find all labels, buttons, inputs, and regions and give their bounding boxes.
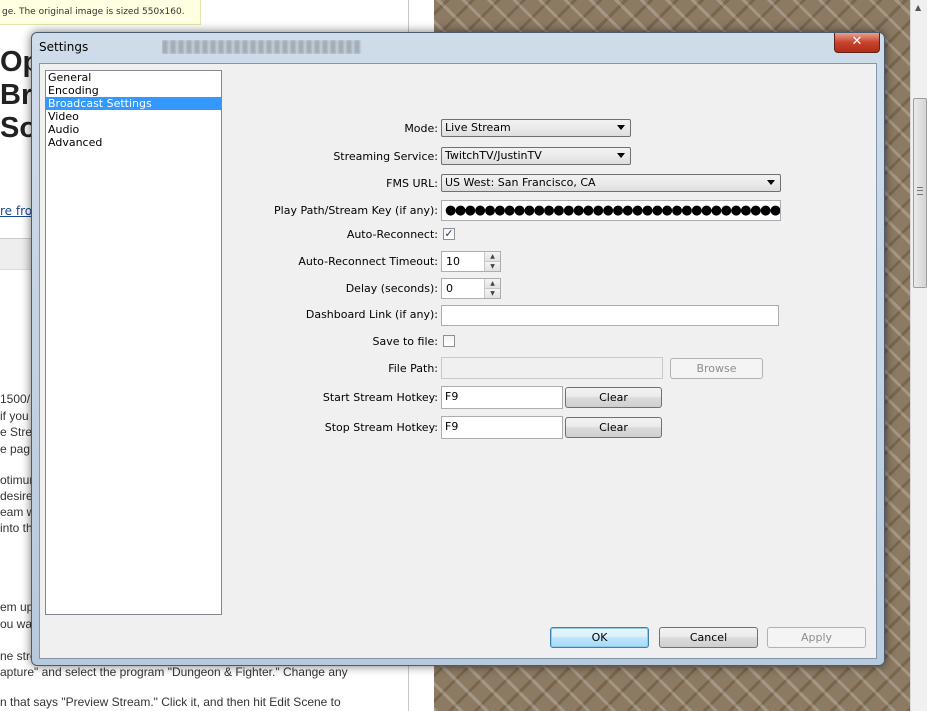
auto-reconnect-checkbox[interactable]: ✓ [443,228,455,240]
start-hotkey-label: Start Stream Hotkey: [322,391,438,404]
fms-url-select[interactable]: US West: San Francisco, CA [441,174,781,192]
text-line: otimur [0,473,34,487]
scroll-up-icon[interactable]: ▲ [915,3,921,12]
stop-hotkey-value: F9 [445,420,459,433]
clear-start-hotkey-button[interactable]: Clear [565,387,662,408]
stop-hotkey-label: Stop Stream Hotkey: [324,421,438,434]
delay-label: Delay (seconds): [345,282,438,295]
nav-item-broadcast-settings[interactable]: Broadcast Settings [46,97,221,110]
delay-value: 0 [446,282,453,295]
auto-reconnect-timeout-label: Auto-Reconnect Timeout: [298,255,438,268]
dialog-title: Settings [39,40,89,54]
text-line: 1500/ [0,392,31,406]
cancel-button[interactable]: Cancel [659,627,758,648]
chevron-down-icon [617,125,625,130]
apply-button[interactable]: Apply [767,627,866,648]
spin-down-icon[interactable]: ▼ [485,288,500,298]
spin-up-icon[interactable]: ▲ [485,279,500,288]
nav-item-advanced[interactable]: Advanced [46,136,221,149]
check-icon: ✓ [444,227,454,240]
close-button[interactable]: ✕ [834,33,880,53]
mode-value: Live Stream [445,121,511,134]
timeout-value: 10 [446,255,460,268]
dialog-title-bar[interactable]: Settings ✕ [32,33,884,61]
text-line: into th [0,521,33,535]
background-window-title-ghost [162,40,362,54]
image-size-notice: ge. The original image is sized 550x160. [0,0,201,25]
start-hotkey-value: F9 [445,390,459,403]
dialog-client-area: General Encoding Broadcast Settings Vide… [39,63,877,659]
auto-reconnect-timeout-stepper[interactable]: 10 ▲ ▼ [441,251,501,272]
field-labels: Mode: Streaming Service: FMS URL: Play P… [260,64,438,604]
streaming-service-select[interactable]: TwitchTV/JustinTV [441,147,631,165]
text-line: desire [0,489,33,503]
text-line: e Stre [0,425,33,439]
clear-stop-hotkey-button[interactable]: Clear [565,417,662,438]
save-to-file-label: Save to file: [372,335,439,348]
text-line: n that says "Preview Stream." Click it, … [0,695,341,709]
stream-key-input[interactable]: ●●●●●●●●●●●●●●●●●●●●●●●●●●●●●●●●●●●●●●●●… [441,200,781,221]
dashboard-link-label: Dashboard Link (if any): [305,308,438,321]
text-line: ou wa [0,617,33,631]
delay-stepper[interactable]: 0 ▲ ▼ [441,278,501,299]
spin-down-icon[interactable]: ▼ [485,261,500,271]
chevron-down-icon [767,180,775,185]
page-scrollbar[interactable]: ▲ [910,0,927,711]
stop-hotkey-input[interactable]: F9 [441,416,563,439]
mode-label: Mode: [404,122,438,135]
grip-icon [917,187,923,195]
fms-url-value: US West: San Francisco, CA [445,176,596,189]
background-link[interactable]: re fro [0,204,32,218]
text-line: e pag [0,442,31,456]
close-icon: ✕ [851,34,863,49]
nav-item-general[interactable]: General [46,71,221,84]
scrollbar-thumb[interactable] [913,98,927,288]
mode-select[interactable]: Live Stream [441,119,631,137]
start-hotkey-input[interactable]: F9 [441,386,563,409]
text-line: em up [0,600,34,614]
save-to-file-checkbox[interactable] [443,335,455,347]
stream-key-label: Play Path/Stream Key (if any): [274,204,438,217]
stream-key-masked-value: ●●●●●●●●●●●●●●●●●●●●●●●●●●●●●●●●●●●●●●●●… [445,203,780,218]
streaming-service-value: TwitchTV/JustinTV [445,149,542,162]
chevron-down-icon [617,153,625,158]
text-line: apture" and select the program "Dungeon … [0,665,348,679]
fms-url-label: FMS URL: [386,177,438,190]
file-path-input[interactable] [441,357,663,379]
auto-reconnect-label: Auto-Reconnect: [346,228,438,241]
ok-button[interactable]: OK [550,627,649,648]
nav-item-encoding[interactable]: Encoding [46,84,221,97]
text-line: if you [0,409,29,423]
nav-item-video[interactable]: Video [46,110,221,123]
settings-category-list[interactable]: General Encoding Broadcast Settings Vide… [45,70,222,615]
settings-dialog: Settings ✕ General Encoding Broadcast Se… [31,32,885,666]
spin-up-icon[interactable]: ▲ [485,252,500,261]
browse-button[interactable]: Browse [670,358,763,379]
file-path-label: File Path: [388,362,438,375]
streaming-service-label: Streaming Service: [333,150,438,163]
dashboard-link-input[interactable] [441,305,779,326]
nav-item-audio[interactable]: Audio [46,123,221,136]
